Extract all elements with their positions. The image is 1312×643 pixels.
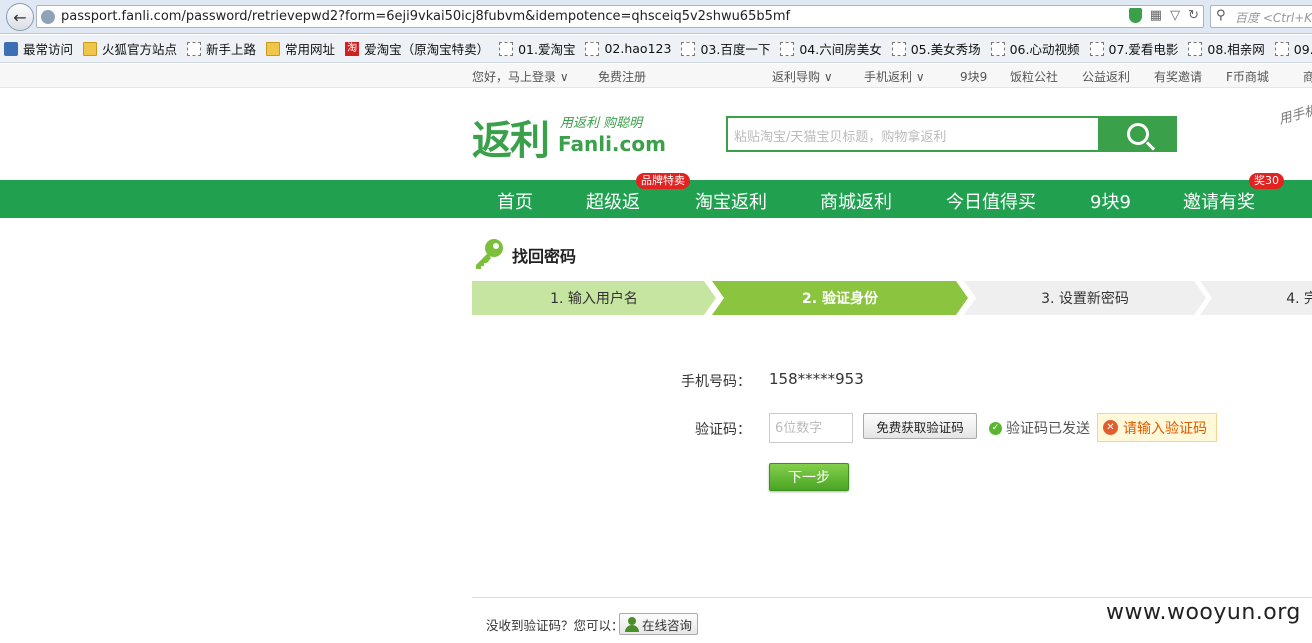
bookmark-item[interactable]: 04.六间房美女	[780, 39, 882, 58]
bookmark-item[interactable]: 最常访问	[4, 39, 73, 58]
page-icon	[681, 41, 696, 56]
bookmark-item[interactable]: 火狐官方站点	[83, 39, 177, 58]
folder-icon	[83, 41, 98, 56]
phone-label: 手机号码：	[681, 374, 751, 390]
bookmark-item[interactable]: 09.京东商城	[1274, 39, 1312, 58]
next-step-button[interactable]: 下一步	[769, 463, 849, 491]
fanli-logo[interactable]: 返利 用返利 购聪明 Fanli.com	[472, 108, 672, 164]
code-sent-text: 验证码已发送	[1006, 421, 1090, 437]
error-text: 请输入验证码	[1123, 420, 1207, 437]
page-icon	[1089, 41, 1104, 56]
site-search-placeholder: 粘贴淘宝/天猫宝贝标题，购物拿返利	[734, 130, 947, 145]
nav-nine[interactable]: 9块9	[1090, 188, 1131, 214]
check-icon: ✓	[989, 421, 1002, 435]
page-icon	[1274, 41, 1289, 56]
shield-icon[interactable]	[1128, 8, 1142, 23]
site-search-button[interactable]	[1099, 116, 1177, 152]
search-icon	[1127, 123, 1149, 145]
step-verify-identity: 2. 验证身份	[712, 281, 968, 315]
back-arrow-icon: ←	[13, 7, 27, 27]
folder-icon	[266, 41, 281, 56]
address-bar-url: passport.fanli.com/password/retrievepwd2…	[61, 9, 791, 24]
site-top-nav: 您好，马上登录 ∨ 免费注册 返利导购 ∨ 手机返利 ∨ 9块9 饭粒公社 公益…	[0, 64, 1312, 88]
search-icon: ⚲	[1216, 8, 1226, 23]
brand-sale-badge: 品牌特卖	[636, 173, 690, 189]
site-search-input[interactable]: 粘贴淘宝/天猫宝贝标题，购物拿返利	[726, 116, 1100, 152]
nav-mall[interactable]: 商城返利	[820, 188, 892, 214]
nav-taobao[interactable]: 淘宝返利	[695, 188, 767, 214]
bookmark-item[interactable]: 01.爱淘宝	[499, 39, 575, 58]
bookmark-item[interactable]: 06.心动视频	[990, 39, 1080, 58]
browser-toolbar: ← passport.fanli.com/password/retrievepw…	[0, 0, 1312, 34]
logo-main-text: 返利	[472, 118, 550, 164]
search-bookmark-icon	[4, 41, 18, 56]
bookmark-item[interactable]: 03.百度一下	[681, 39, 770, 58]
error-message: ✕ 请输入验证码	[1097, 413, 1217, 442]
error-icon: ✕	[1103, 420, 1118, 435]
invite-reward-badge: 奖30	[1249, 173, 1284, 189]
fmall-link[interactable]: F币商城	[1226, 68, 1269, 85]
back-button[interactable]: ←	[6, 3, 34, 31]
bookmark-item[interactable]: 常用网址	[266, 39, 335, 58]
bookmark-item[interactable]: 05.美女秀场	[891, 39, 981, 58]
divider	[472, 597, 1312, 598]
logo-slogan: 用返利 购聪明	[560, 116, 643, 131]
page-title: 找回密码	[512, 247, 577, 266]
commune-link[interactable]: 饭粒公社	[1010, 68, 1058, 85]
reload-icon[interactable]: ↻	[1188, 8, 1199, 23]
page-icon	[499, 41, 514, 56]
logo-domain: Fanli.com	[558, 132, 666, 156]
key-icon	[476, 239, 503, 269]
step-complete: 4. 完	[1200, 281, 1312, 315]
page-icon	[990, 41, 1005, 56]
qr-code-icon[interactable]: ▦	[1150, 8, 1162, 23]
code-sent-status: ✓ 验证码已发送	[989, 418, 1090, 438]
bookmark-item[interactable]: 淘爱淘宝（原淘宝特卖）	[345, 39, 489, 58]
code-label: 验证码：	[695, 422, 751, 438]
taobao-icon: 淘	[345, 41, 360, 56]
bookmarks-bar: 最常访问 火狐官方站点 新手上路 常用网址 淘爱淘宝（原淘宝特卖） 01.爱淘宝…	[0, 35, 1312, 63]
bookmark-item[interactable]: 08.相亲网	[1188, 39, 1265, 58]
mobile-menu[interactable]: 手机返利 ∨	[864, 68, 925, 85]
online-consult-button[interactable]: 在线咨询	[619, 613, 698, 635]
nav-invite[interactable]: 邀请有奖	[1183, 188, 1255, 214]
nav-deals[interactable]: 今日值得买	[946, 188, 1036, 214]
dropdown-arrow-icon[interactable]: ▽	[1170, 8, 1180, 23]
bookmark-item[interactable]: 02.hao123	[585, 41, 671, 56]
nine-link[interactable]: 9块9	[960, 68, 987, 85]
guide-menu[interactable]: 返利导购 ∨	[772, 68, 833, 85]
login-link[interactable]: 您好，马上登录 ∨	[472, 68, 569, 85]
invite-link[interactable]: 有奖邀请	[1154, 68, 1202, 85]
browser-search-placeholder: 百度 <Ctrl+K>	[1235, 11, 1312, 25]
mobile-promo-text: 用手机	[1277, 103, 1312, 128]
step-set-password: 3. 设置新密码	[964, 281, 1206, 315]
bookmark-item[interactable]: 新手上路	[187, 39, 256, 58]
watermark: www.wooyun.org	[1106, 600, 1301, 625]
nav-super[interactable]: 超级返	[586, 188, 640, 214]
page-icon	[891, 41, 906, 56]
register-link[interactable]: 免费注册	[598, 68, 646, 85]
page-icon	[187, 41, 202, 56]
page-icon	[780, 41, 795, 56]
phone-value: 158*****953	[769, 370, 864, 388]
step-enter-username: 1. 输入用户名	[472, 281, 716, 315]
more-link[interactable]: 商	[1303, 68, 1312, 85]
verification-code-input[interactable]	[769, 413, 853, 443]
nav-home[interactable]: 首页	[497, 188, 533, 214]
consult-label: 在线咨询	[642, 617, 693, 633]
browser-search-field[interactable]: ⚲ 百度 <Ctrl+K>	[1210, 5, 1312, 28]
get-code-button[interactable]: 免费获取验证码	[863, 413, 977, 439]
page-icon	[1188, 41, 1203, 56]
charity-link[interactable]: 公益返利	[1082, 68, 1130, 85]
address-bar[interactable]: passport.fanli.com/password/retrievepwd2…	[36, 5, 1204, 28]
page-icon	[585, 41, 600, 56]
site-identity-icon[interactable]	[41, 10, 55, 24]
no-code-question: 没收到验证码？您可以：	[486, 618, 624, 633]
progress-steps: 1. 输入用户名 2. 验证身份 3. 设置新密码 4. 完	[472, 281, 1312, 315]
person-icon	[625, 616, 639, 632]
bookmark-item[interactable]: 07.爱看电影	[1089, 39, 1178, 58]
